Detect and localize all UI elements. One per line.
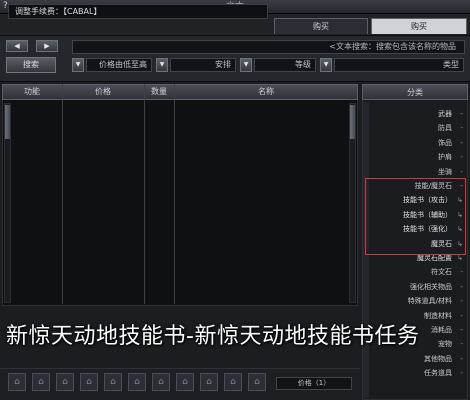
next-page-button[interactable]: ▶ [36, 40, 58, 52]
collapse-icon: - [460, 369, 463, 377]
search-input[interactable]: <文本搜索：搜索包含该名称的物品 [72, 40, 465, 54]
prev-page-button[interactable]: ◀ [6, 40, 28, 52]
category-item-label: 其他物品 [424, 355, 452, 363]
column-header-function[interactable]: 功能 [2, 84, 62, 100]
category-item-label: 饰品 [438, 139, 452, 147]
chevron-down-icon[interactable]: ▼ [72, 58, 84, 72]
collapse-icon: - [460, 283, 463, 291]
category-item[interactable]: 其他物品 - [372, 353, 466, 366]
collapse-icon: - [460, 268, 463, 276]
item-slot[interactable]: ⌂ [224, 373, 242, 391]
chevron-down-icon[interactable]: ▼ [156, 58, 168, 72]
tab-sell[interactable]: 购买 [371, 18, 467, 34]
chevron-down-icon[interactable]: ▼ [320, 58, 332, 72]
category-item[interactable]: 饰品 - [372, 137, 466, 150]
chevron-down-icon[interactable]: ▼ [240, 58, 252, 72]
tab-purchase[interactable]: 购买 [274, 18, 368, 34]
item-slot[interactable]: ⌂ [176, 373, 194, 391]
column-divider [174, 84, 175, 304]
page-indicator: 价格（1） [276, 377, 352, 390]
category-item[interactable]: 防具 - [372, 122, 466, 135]
sort-dropdown[interactable]: 价格由低至高 [86, 58, 152, 72]
category-item-label: 防具 [438, 124, 452, 132]
table-scrollbar-thumb[interactable] [5, 105, 10, 139]
level-dropdown[interactable]: 等级 [254, 58, 316, 72]
item-slot[interactable]: ⌂ [8, 373, 26, 391]
category-item-label: 任务道具 [424, 369, 452, 377]
collapse-icon: - [460, 124, 463, 132]
category-item[interactable]: 特殊道具/材料 - [372, 295, 466, 308]
collapse-icon: - [460, 355, 463, 363]
item-slot[interactable]: ⌂ [152, 373, 170, 391]
category-item-label: 符文石 [431, 268, 452, 276]
column-header-quantity[interactable]: 数量 [144, 84, 174, 100]
collapse-icon: - [460, 139, 463, 147]
item-slot[interactable]: ⌂ [104, 373, 122, 391]
listing-table-body [2, 100, 358, 306]
category-item[interactable]: 强化相关物品 - [372, 281, 466, 294]
category-item[interactable]: 符文石 - [372, 266, 466, 279]
collapse-icon: - [460, 153, 463, 161]
fee-info-text: 调整手续费：【CABAL】 [8, 4, 268, 19]
category-header: 分类 [362, 84, 468, 100]
category-item[interactable]: 任务道具 - [372, 367, 466, 380]
column-divider [144, 84, 145, 304]
category-item-label: 护肩 [438, 153, 452, 161]
collapse-icon: - [460, 297, 463, 305]
category-item[interactable]: 武器 - [372, 108, 466, 121]
collapse-icon: - [460, 110, 463, 118]
item-slot[interactable]: ⌂ [32, 373, 50, 391]
item-slot[interactable]: ⌂ [56, 373, 74, 391]
category-item[interactable]: 护肩 - [372, 151, 466, 164]
highlight-box [365, 178, 466, 255]
column-header-name[interactable]: 名称 [174, 84, 358, 100]
arrangement-dropdown[interactable]: 安排 [170, 58, 236, 72]
type-dropdown[interactable]: 类型 [334, 58, 464, 72]
item-slot[interactable]: ⌂ [248, 373, 266, 391]
search-button[interactable]: 搜索 [6, 57, 56, 73]
watermark-caption: 新惊天动地技能书-新惊天动地技能书任务 [6, 324, 420, 349]
column-header-price[interactable]: 价格 [62, 84, 144, 100]
table-scrollbar-right-thumb[interactable] [350, 105, 355, 139]
category-item-label: 强化相关物品 [410, 283, 452, 291]
item-slot[interactable]: ⌂ [200, 373, 218, 391]
category-item-label: 武器 [438, 110, 452, 118]
category-item-label: 特殊道具/材料 [407, 297, 452, 305]
item-slot[interactable]: ⌂ [128, 373, 146, 391]
item-slot[interactable]: ⌂ [80, 373, 98, 391]
column-divider [62, 84, 63, 304]
